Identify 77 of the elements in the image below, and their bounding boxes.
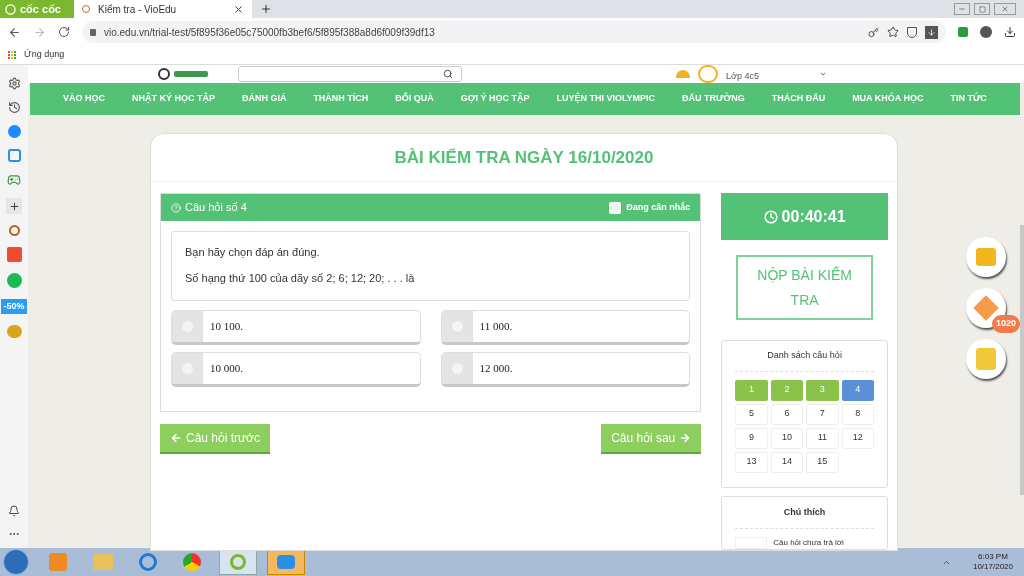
minimize-icon[interactable] bbox=[954, 3, 970, 15]
clock-date[interactable]: 10/17/2020 bbox=[972, 562, 1013, 572]
arrow-right-icon bbox=[679, 432, 692, 444]
question-list-title: Danh sách câu hỏi bbox=[735, 341, 874, 372]
caret-icon[interactable] bbox=[818, 70, 827, 78]
answer-option[interactable]: 10 100. bbox=[171, 310, 421, 345]
question-number[interactable]: 15 bbox=[806, 451, 839, 473]
question-number[interactable]: 13 bbox=[735, 451, 768, 473]
tab-title: Kiểm tra - VioEdu bbox=[98, 2, 178, 17]
test-title: BÀI KIỂM TRA NGÀY 16/10/2020 bbox=[151, 134, 897, 182]
flag-label: Đang cân nhắc bbox=[626, 200, 691, 214]
gem-count-badge: 1020 bbox=[991, 315, 1020, 333]
question-number[interactable]: 14 bbox=[770, 451, 804, 473]
question-number[interactable]: 11 bbox=[806, 427, 839, 449]
trophy-icon[interactable] bbox=[966, 237, 1006, 277]
flag-checkbox[interactable] bbox=[609, 201, 622, 214]
answer-option[interactable]: 10 000. bbox=[171, 352, 421, 387]
help-icon bbox=[171, 202, 181, 213]
bookmark[interactable]: Ứng dụng bbox=[24, 48, 65, 62]
option-text: 12 000. bbox=[479, 361, 513, 377]
browser-icon[interactable] bbox=[183, 553, 201, 571]
browser-icon[interactable] bbox=[219, 549, 257, 575]
download-icon[interactable] bbox=[925, 25, 938, 39]
chat-app-icon[interactable] bbox=[267, 549, 305, 575]
reload-icon[interactable] bbox=[58, 26, 70, 38]
lock-icon bbox=[90, 28, 96, 36]
clock-time[interactable]: 6:03 PM bbox=[978, 552, 1008, 562]
new-tab-icon[interactable] bbox=[260, 3, 272, 15]
address-bar[interactable]: vio.edu.vn/trial-test/5f895f36e05c75000fb3bef6/5f895f388a8d6f009f39df13 bbox=[82, 21, 946, 43]
back-icon[interactable] bbox=[8, 25, 21, 39]
browser-icon[interactable] bbox=[139, 553, 157, 571]
scrollbar[interactable] bbox=[1020, 225, 1024, 495]
question-number[interactable]: 12 bbox=[841, 427, 874, 449]
search-icon bbox=[443, 69, 453, 79]
answer-option[interactable]: 11 000. bbox=[440, 310, 691, 345]
gamepad-icon[interactable] bbox=[7, 173, 21, 187]
avatar[interactable] bbox=[698, 65, 718, 83]
option-text: 11 000. bbox=[479, 319, 513, 335]
key-icon[interactable] bbox=[868, 26, 879, 38]
search-field[interactable] bbox=[238, 66, 462, 82]
instruction-text: Bạn hãy chọn đáp án đúng. bbox=[185, 245, 321, 260]
option-text: 10 100. bbox=[210, 319, 243, 335]
star-icon[interactable] bbox=[887, 26, 899, 38]
browser-tab[interactable]: Kiểm tra - VioEdu bbox=[74, 0, 252, 18]
question-number[interactable]: 8 bbox=[841, 403, 874, 425]
logo-icon bbox=[5, 3, 16, 15]
question-number[interactable]: 5 bbox=[735, 403, 768, 425]
history-icon[interactable] bbox=[7, 101, 21, 114]
plus-icon[interactable] bbox=[6, 198, 22, 214]
timer-icon[interactable] bbox=[8, 225, 20, 236]
answer-option[interactable]: 12 000. bbox=[440, 352, 691, 387]
legend-title: Chú thích bbox=[735, 496, 874, 529]
question-text: Số hạng thứ 100 của dãy số 2; 6; 12; 20; . . . là bbox=[185, 270, 416, 286]
arrow-left-icon bbox=[170, 432, 182, 444]
timer-text: 00:40:41 bbox=[781, 206, 846, 227]
shopping-bag-icon[interactable] bbox=[6, 247, 22, 262]
legend-swatch bbox=[735, 537, 768, 549]
music-icon[interactable] bbox=[6, 273, 22, 288]
maximize-icon[interactable] bbox=[974, 3, 990, 15]
forward-icon[interactable] bbox=[33, 25, 46, 39]
class-label: Lớp 4c5 bbox=[726, 69, 759, 83]
download-icon[interactable] bbox=[1004, 26, 1016, 38]
close-icon[interactable] bbox=[233, 3, 244, 15]
logo-icon[interactable] bbox=[158, 68, 170, 80]
apps-icon[interactable] bbox=[8, 51, 16, 59]
question-number[interactable]: 6 bbox=[770, 403, 804, 425]
question-label: Câu hỏi số 4 bbox=[185, 200, 248, 216]
settings-icon[interactable] bbox=[7, 77, 21, 90]
question-number[interactable]: 9 bbox=[735, 427, 768, 449]
legend-text: Câu hỏi chưa trả lời bbox=[773, 537, 844, 549]
start-button[interactable] bbox=[3, 549, 29, 575]
scroll-icon[interactable] bbox=[966, 339, 1006, 379]
url-text: vio.edu.vn/trial-test/5f895f36e05c75000fb3bef6/5f895f388a8d6f009f39df13 bbox=[104, 25, 436, 40]
option-text: 10 000. bbox=[210, 361, 243, 377]
question-number[interactable]: 10 bbox=[770, 427, 804, 449]
question-number[interactable]: 7 bbox=[806, 403, 839, 425]
clock-icon bbox=[763, 209, 778, 224]
